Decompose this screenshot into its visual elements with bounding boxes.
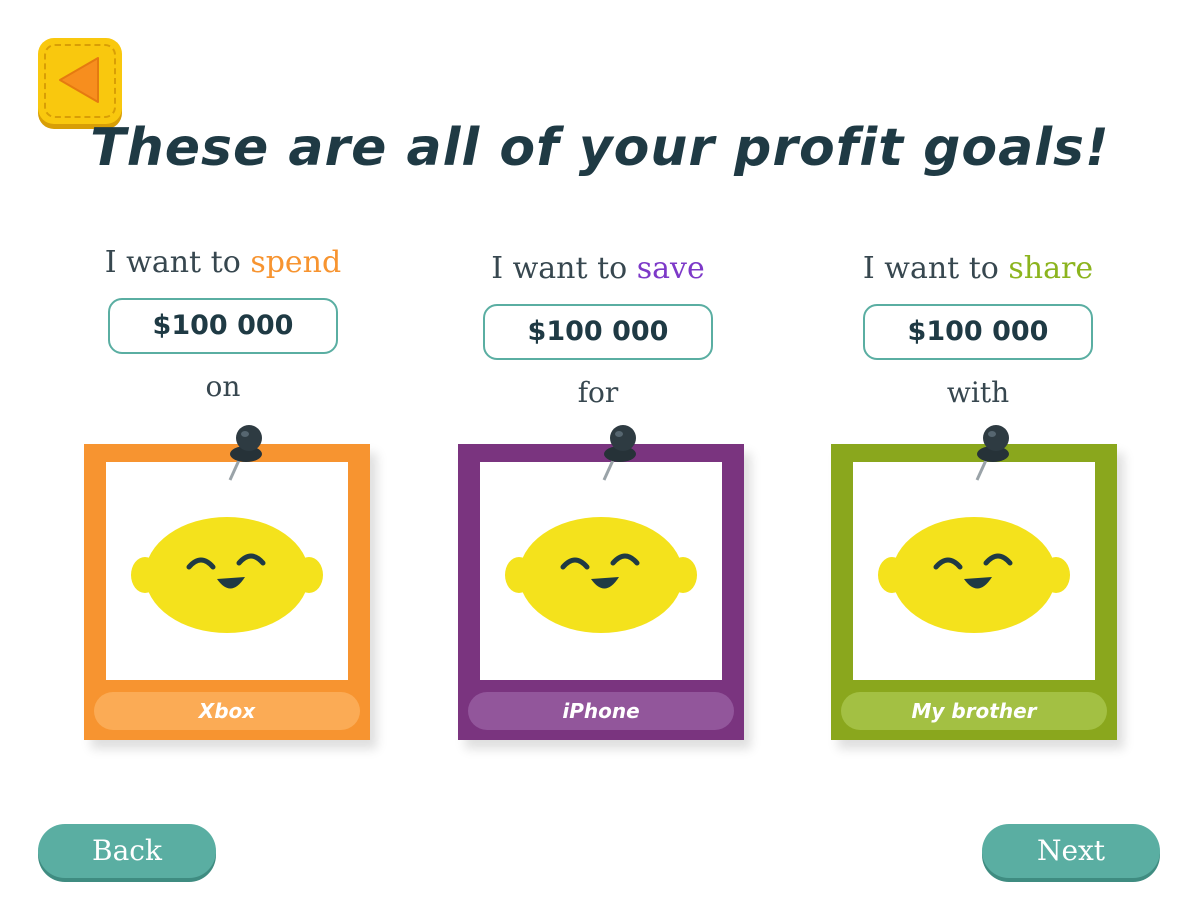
save-item-card[interactable]: iPhone	[458, 425, 744, 740]
prompt-prefix: I want to	[491, 251, 637, 286]
prompt-prefix: I want to	[862, 251, 1009, 286]
prompt-prefix: I want to	[104, 245, 251, 280]
item-photo	[480, 462, 722, 680]
goal-spend: I want to spend $100 000 on	[78, 242, 368, 403]
pushpin-icon	[228, 425, 262, 481]
goal-prompt: I want to share	[833, 248, 1123, 290]
triangle-left-icon	[59, 57, 99, 103]
smiling-lemon-icon	[878, 517, 1070, 633]
back-arrow-button[interactable]	[38, 38, 122, 124]
smiling-lemon-icon	[131, 517, 323, 633]
connector-on: on	[205, 370, 241, 403]
spend-item-card[interactable]: Xbox	[84, 425, 370, 740]
goal-prompt: I want to spend	[78, 242, 368, 284]
item-label-iphone: iPhone	[468, 692, 734, 730]
goal-save: I want to save $100 000 for	[453, 248, 743, 409]
item-photo	[106, 462, 348, 680]
next-button[interactable]: Next	[982, 824, 1160, 878]
spend-amount-field[interactable]: $100 000	[108, 298, 338, 354]
save-amount-field[interactable]: $100 000	[483, 304, 713, 360]
smiling-lemon-icon	[505, 517, 697, 633]
goal-prompt: I want to save	[453, 248, 743, 290]
item-photo	[853, 462, 1095, 680]
connector-for: for	[577, 376, 619, 409]
item-label-xbox: Xbox	[94, 692, 360, 730]
goal-share: I want to share $100 000 with	[833, 248, 1123, 409]
pushpin-icon	[602, 425, 636, 481]
connector-with: with	[946, 376, 1010, 409]
item-label-my-brother: My brother	[841, 692, 1107, 730]
keyword-save: save	[636, 251, 705, 286]
keyword-share: share	[1008, 251, 1094, 286]
back-button[interactable]: Back	[38, 824, 216, 878]
page-title: These are all of your profit goals!	[90, 118, 1110, 178]
pushpin-icon	[975, 425, 1009, 481]
share-amount-field[interactable]: $100 000	[863, 304, 1093, 360]
keyword-spend: spend	[250, 245, 342, 280]
share-item-card[interactable]: My brother	[831, 425, 1117, 740]
